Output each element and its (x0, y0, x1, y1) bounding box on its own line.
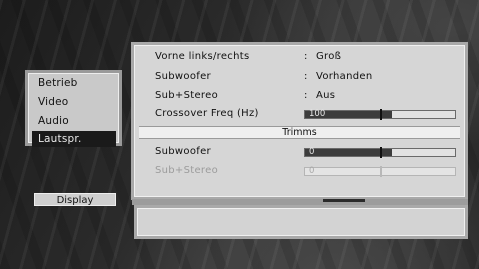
subwoofer-label: Subwoofer (155, 71, 211, 82)
left-menu: Betrieb Video Audio Lautspr. (25, 70, 122, 147)
trimm-sub-stereo-label: Sub+Stereo (155, 165, 218, 176)
trimm-sub-stereo-slider: 0 (304, 166, 456, 177)
crossover-slider-center (380, 109, 382, 120)
front-lr-separator: : (304, 51, 308, 62)
menu-item-video[interactable]: Video (38, 94, 68, 110)
sub-stereo-value[interactable]: Aus (316, 89, 335, 103)
tv-screen: Betrieb Video Audio Lautspr. Display Vor… (0, 0, 479, 269)
display-button[interactable]: Display (34, 193, 116, 206)
front-lr-label: Vorne links/rechts (155, 51, 250, 62)
trimm-subwoofer-slider-fill (305, 149, 392, 156)
trimm-subwoofer-slider[interactable]: 0 (304, 147, 456, 158)
crossover-slider[interactable]: 100 (304, 109, 456, 120)
sub-stereo-label: Sub+Stereo (155, 90, 218, 101)
crossover-label: Crossover Freq (Hz) (155, 108, 259, 119)
sub-stereo-separator: : (304, 90, 308, 101)
front-lr-value[interactable]: Groß (316, 50, 341, 64)
trimm-sub-stereo-value: 0 (309, 166, 315, 176)
menu-item-betrieb[interactable]: Betrieb (38, 75, 78, 91)
menu-item-lautspr[interactable]: Lautspr. (32, 131, 116, 147)
crossover-value: 100 (309, 109, 326, 119)
trimm-subwoofer-value: 0 (309, 147, 315, 157)
subwoofer-separator: : (304, 71, 308, 82)
subwoofer-value[interactable]: Vorhanden (316, 70, 372, 84)
speaker-settings-panel: Vorne links/rechts : Groß Subwoofer : Vo… (131, 42, 468, 200)
trimm-subwoofer-label: Subwoofer (155, 146, 211, 157)
trimms-header: Trimms (139, 126, 460, 139)
trimm-subwoofer-slider-center (380, 147, 382, 158)
info-box (134, 205, 468, 239)
scroll-indicator (323, 199, 365, 202)
trimm-sub-stereo-slider-center (380, 166, 382, 177)
menu-item-audio[interactable]: Audio (38, 113, 69, 129)
